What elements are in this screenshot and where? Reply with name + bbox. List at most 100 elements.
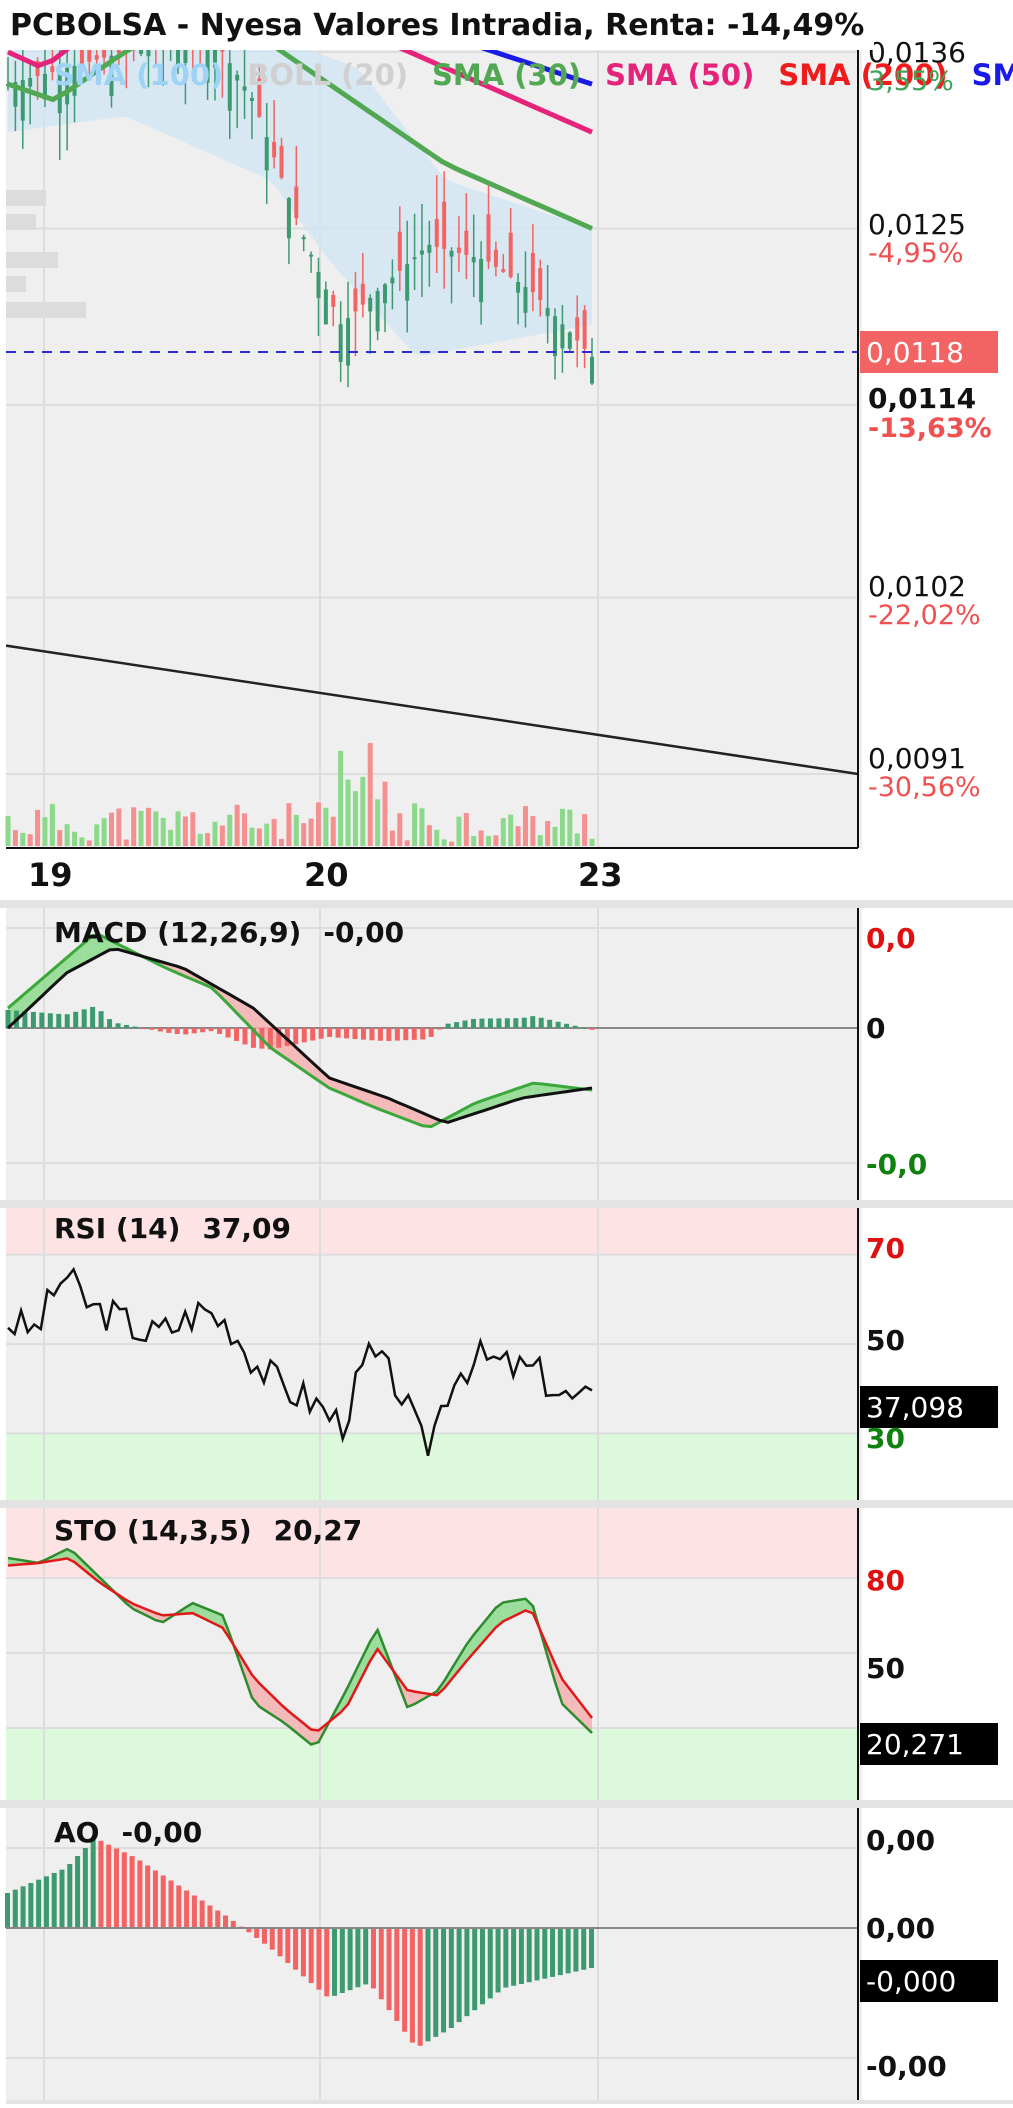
price-pct-4: -30,56% <box>868 772 981 803</box>
volume-bar <box>360 776 366 846</box>
ao-bar <box>518 1928 524 1984</box>
volume-bar <box>419 808 425 846</box>
volume-bar <box>5 816 11 846</box>
ao-bar <box>82 1848 88 1928</box>
candle-body <box>456 247 461 253</box>
legend-sma-10[interactable]: SMA (10 <box>972 58 1013 92</box>
candle-body <box>390 277 395 284</box>
volume-bar <box>352 791 358 846</box>
volume-bar <box>463 812 469 846</box>
volume-bar <box>256 828 262 846</box>
volume-bar <box>175 811 181 846</box>
price-panel: PCBOLSA - Nyesa Valores Intradia, Renta:… <box>0 0 1013 900</box>
legend-sma-50[interactable]: SMA (50) <box>605 58 754 92</box>
ao-bar <box>448 1928 454 2028</box>
ao-bar <box>191 1895 197 1928</box>
ao-bar <box>12 1889 18 1928</box>
candle-body <box>523 287 528 313</box>
macd-chart[interactable] <box>0 908 1013 1200</box>
ao-label: AO -0,00 <box>54 1816 202 1849</box>
ao-bar <box>402 1928 408 2032</box>
volume-bar <box>27 834 33 846</box>
volume-bar <box>182 816 188 846</box>
volume-bar <box>286 803 292 846</box>
price-tick-1: 0,0125 <box>868 208 966 241</box>
ao-bar <box>441 1928 447 2033</box>
legend-boll-20[interactable]: BOLL (20) <box>247 58 408 92</box>
volume-bar <box>123 839 129 846</box>
rsi-chart[interactable] <box>0 1208 1013 1500</box>
candle-body <box>375 291 380 332</box>
price-chart[interactable] <box>0 0 1013 900</box>
macd-histogram-bar <box>149 1028 155 1030</box>
sto-d-line <box>7 1557 593 1732</box>
candle-body <box>249 98 254 102</box>
volume-bar <box>522 806 528 846</box>
legend-sma-30[interactable]: SMA (30) <box>432 58 581 92</box>
ao-bar <box>184 1890 190 1928</box>
ao-chart[interactable] <box>0 1808 1013 2108</box>
ao-bar <box>573 1928 579 1972</box>
ao-bar <box>565 1928 571 1974</box>
volume-bar <box>79 837 85 846</box>
volume-bar <box>552 826 558 846</box>
oversold-zone <box>6 1433 858 1500</box>
x-label-23: 23 <box>578 856 623 894</box>
volume-bar <box>72 831 78 846</box>
macd-histogram-bar <box>47 1013 53 1028</box>
macd-histogram-bar <box>318 1028 324 1039</box>
volume-bar <box>449 841 455 846</box>
volume-bar <box>471 836 477 846</box>
legend-sma-100[interactable]: SMA (100) <box>54 58 223 92</box>
macd-histogram-bar <box>123 1024 129 1028</box>
ao-bar <box>43 1876 49 1928</box>
candle-body <box>338 324 343 362</box>
macd-histogram-bar <box>30 1011 36 1028</box>
candle-body <box>442 201 447 249</box>
rsi-axis-70: 70 <box>866 1232 905 1265</box>
volume-bar <box>382 781 388 846</box>
separator <box>0 1200 1013 1208</box>
macd-histogram-bar <box>174 1028 180 1034</box>
candle-body <box>323 289 328 325</box>
ao-bar <box>339 1928 345 1993</box>
macd-histogram-bar <box>73 1011 79 1028</box>
chart-title: PCBOLSA - Nyesa Valores Intradia, Renta:… <box>0 0 875 50</box>
ao-bar <box>332 1928 338 1996</box>
price-tick-4: 0,0091 <box>868 742 966 775</box>
candle-body <box>560 324 565 349</box>
macd-histogram-bar <box>183 1028 189 1035</box>
rsi-label: RSI (14) 37,09 <box>54 1212 291 1245</box>
candle-body <box>553 316 558 357</box>
macd-label: MACD (12,26,9) -0,00 <box>54 916 404 949</box>
ao-bar <box>129 1856 135 1928</box>
ao-bar <box>223 1915 229 1928</box>
volume-bar <box>486 835 492 846</box>
ao-bar <box>5 1893 10 1928</box>
macd-histogram-bar <box>581 1027 587 1029</box>
ao-bar <box>589 1928 594 1968</box>
volume-bar <box>35 809 41 846</box>
candle-body <box>582 310 587 349</box>
sto-axis-80: 80 <box>866 1564 905 1597</box>
volume-bar <box>500 818 506 846</box>
volume-bar <box>57 830 63 846</box>
volume-bar <box>197 833 203 846</box>
sto-title: STO (14,3,5) <box>54 1514 252 1547</box>
candle-body <box>353 288 358 312</box>
candle-body <box>471 256 476 263</box>
macd-histogram-bar <box>420 1028 426 1040</box>
volume-bar <box>478 830 484 846</box>
ao-bar <box>308 1928 314 1983</box>
candle-body <box>567 332 572 349</box>
ao-axis-top: 0,00 <box>866 1824 936 1857</box>
ao-bar <box>114 1848 120 1928</box>
macd-panel: MACD (12,26,9) -0,00 0,0 0 -0,0 <box>0 908 1013 1200</box>
macd-histogram-bar <box>513 1018 519 1028</box>
macd-histogram-bar <box>386 1028 392 1041</box>
volume-bar <box>64 824 70 846</box>
candle-body <box>412 257 417 260</box>
ao-bar <box>425 1928 431 2042</box>
volume-bar <box>160 817 166 846</box>
candle-body <box>486 214 491 262</box>
